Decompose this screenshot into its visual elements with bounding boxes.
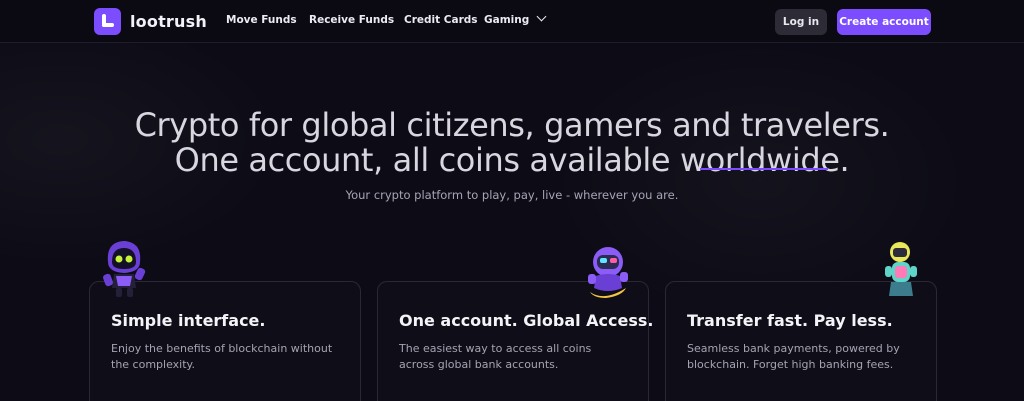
nav-link-gaming-label: Gaming: [484, 14, 530, 26]
create-account-button[interactable]: Create account: [837, 9, 931, 35]
diver-mascot-icon: [885, 242, 917, 296]
worldwide-underline: [700, 168, 828, 170]
landing-page: lootrush Move Funds Receive Funds Credit…: [0, 0, 1024, 401]
lootrush-logo-icon: [94, 8, 121, 35]
nav-link-credit-cards[interactable]: Credit Cards: [404, 14, 478, 26]
login-button[interactable]: Log in: [775, 9, 827, 35]
brand-logo[interactable]: lootrush: [94, 8, 207, 35]
nav-link-gaming[interactable]: Gaming: [484, 11, 547, 26]
card-description: Seamless bank payments, powered by block…: [687, 342, 900, 371]
top-navbar: lootrush Move Funds Receive Funds Credit…: [0, 0, 1024, 43]
hero-title-line-1: Crypto for global citizens, gamers and t…: [134, 106, 890, 144]
brand-name: lootrush: [130, 12, 207, 31]
robot-mascot-icon: [103, 241, 146, 297]
astronaut-mascot-icon: [588, 247, 628, 298]
hero-title-line-2: One account, all coins available worldwi…: [174, 141, 850, 179]
card-description: The easiest way to access all coins acro…: [399, 342, 592, 371]
card-title: One account. Global Access.: [399, 311, 654, 330]
hero-subtitle: Your crypto platform to play, pay, live …: [345, 188, 679, 202]
card-description: Enjoy the benefits of blockchain without…: [111, 342, 333, 371]
card-title: Simple interface.: [111, 311, 266, 330]
nav-link-receive-funds[interactable]: Receive Funds: [309, 14, 394, 26]
chevron-down-icon: [536, 11, 547, 22]
nav-link-move-funds[interactable]: Move Funds: [226, 14, 297, 26]
card-title: Transfer fast. Pay less.: [687, 311, 893, 330]
